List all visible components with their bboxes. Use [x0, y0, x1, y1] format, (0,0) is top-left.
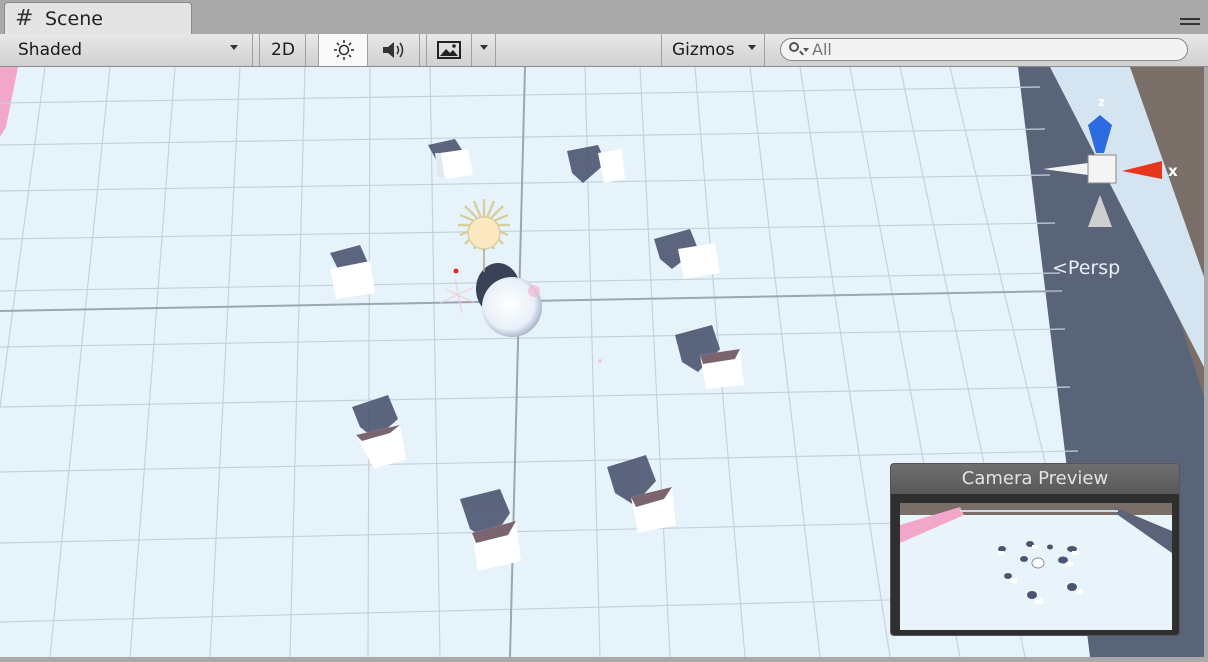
- lighting-toggle[interactable]: [318, 34, 368, 66]
- effects-toggle[interactable]: [426, 34, 472, 66]
- chevron-down-icon: [480, 45, 488, 50]
- axis-z-label: z: [1098, 95, 1105, 109]
- draw-mode-label: Shaded: [18, 40, 83, 60]
- search-field[interactable]: All: [780, 38, 1188, 61]
- search-icon: [789, 42, 799, 52]
- chevron-left-icon: <: [1052, 257, 1068, 279]
- camera-preview-header: Camera Preview: [891, 464, 1179, 494]
- camera-preview-image: [900, 503, 1172, 630]
- gizmos-label: Gizmos: [672, 40, 735, 60]
- sun-icon: [334, 40, 354, 60]
- camera-preview-panel: Camera Preview: [890, 463, 1180, 636]
- chevron-down-icon: [230, 45, 238, 50]
- tab-scene[interactable]: # Scene: [4, 2, 192, 34]
- gizmos-dropdown[interactable]: Gizmos: [661, 34, 765, 66]
- effects-dropdown[interactable]: [472, 34, 496, 66]
- draw-mode-dropdown[interactable]: Shaded: [0, 34, 253, 66]
- search-placeholder: All: [812, 40, 832, 59]
- projection-label: Persp: [1067, 257, 1121, 279]
- scene-toolbar: Shaded 2D Gizmos All: [0, 34, 1208, 67]
- speaker-icon: [383, 42, 404, 58]
- hash-icon: #: [15, 6, 34, 31]
- mode-2d-label: 2D: [271, 40, 295, 60]
- audio-toggle[interactable]: [368, 34, 420, 66]
- camera-preview-title: Camera Preview: [961, 468, 1109, 489]
- chevron-down-icon: [748, 45, 756, 50]
- image-icon: [437, 41, 461, 59]
- tab-bar: # Scene: [0, 0, 1208, 34]
- axis-x-label: x: [1168, 162, 1178, 180]
- panel-menu-icon[interactable]: [1180, 18, 1200, 32]
- projection-toggle[interactable]: <Persp: [1052, 257, 1120, 279]
- chevron-down-icon: [803, 48, 809, 52]
- mode-2d-button[interactable]: 2D: [259, 34, 306, 66]
- tab-label: Scene: [45, 8, 103, 30]
